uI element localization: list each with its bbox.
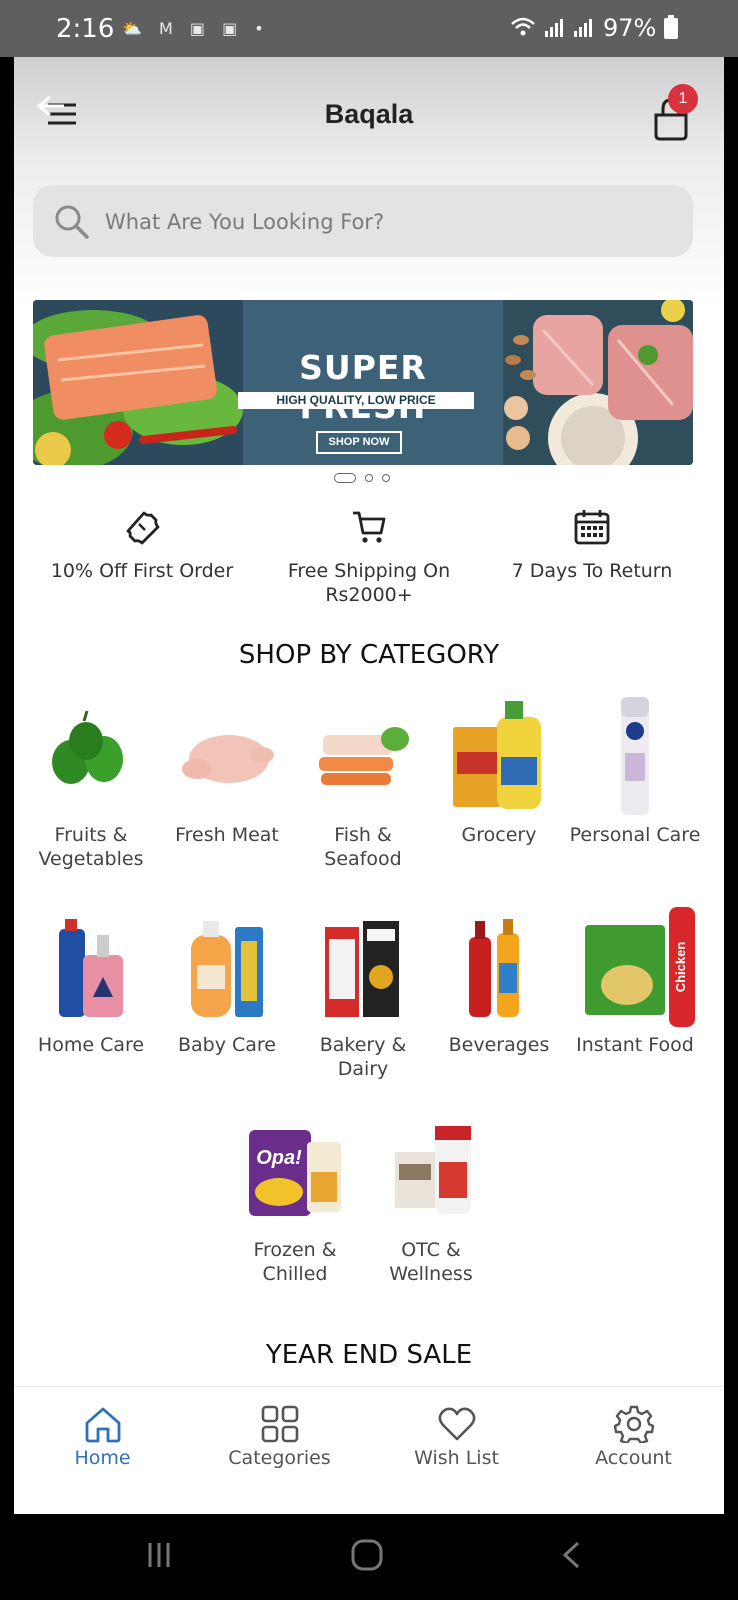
category-label: Baby Care: [177, 1034, 276, 1056]
cart-count-badge: 1: [668, 84, 698, 114]
feature-label: 7 Days To Return: [511, 560, 673, 582]
category-otc-wellness[interactable]: OTC & Wellness: [361, 1112, 501, 1286]
category-label: Fish & Seafood: [324, 824, 402, 870]
nav-wish-list[interactable]: Wish List: [368, 1397, 545, 1469]
app-title: Baqala: [324, 99, 414, 129]
nav-label: Wish List: [414, 1447, 499, 1469]
battery-level: 97%: [603, 14, 657, 42]
category-label: Grocery: [461, 824, 537, 846]
notification-icons: ⛅ M ▣ ▣ •: [122, 19, 270, 38]
pagination-dot-active[interactable]: [334, 473, 356, 483]
heart-icon: [438, 1407, 475, 1441]
category-frozen-chilled[interactable]: Opa! Frozen & Chilled: [225, 1112, 365, 1286]
svg-text:Opa!: Opa!: [256, 1147, 302, 1169]
category-fresh-meat[interactable]: Fresh Meat: [157, 697, 297, 847]
category-instant-food[interactable]: Chicken Instant Food: [565, 907, 705, 1057]
status-right: 97%: [510, 14, 678, 42]
app-header: Baqala 1: [14, 57, 724, 307]
nav-label: Account: [595, 1447, 672, 1469]
grocery-image: [453, 701, 541, 809]
status-bar: 2:16 ⛅ M ▣ ▣ • 97%: [0, 0, 738, 57]
category-home-care[interactable]: Home Care: [21, 907, 161, 1057]
signal-icon: [544, 19, 563, 37]
status-time: 2:16: [56, 14, 115, 44]
category-bakery-dairy[interactable]: Bakery & Dairy: [293, 907, 433, 1081]
instant-food-image: Chicken: [585, 907, 695, 1027]
search-bar[interactable]: [33, 185, 693, 259]
nav-categories[interactable]: Categories: [191, 1397, 368, 1469]
feature-label: Free Shipping On Rs2000+: [287, 560, 451, 606]
category-personal-care[interactable]: Personal Care: [565, 697, 705, 847]
recent-apps-icon[interactable]: [144, 1540, 174, 1570]
category-label: OTC & Wellness: [389, 1239, 473, 1285]
home-icon: [85, 1407, 120, 1443]
calendar-icon: [574, 510, 610, 545]
banner-title: SUPER FRESH: [299, 348, 427, 426]
pagination-dot[interactable]: [365, 474, 373, 482]
search-icon: [55, 205, 89, 239]
home-button-icon[interactable]: [350, 1538, 384, 1572]
category-label: Bakery & Dairy: [319, 1034, 407, 1080]
nav-account[interactable]: Account: [545, 1397, 722, 1469]
category-label: Beverages: [448, 1034, 550, 1056]
peppers-image: [52, 710, 123, 784]
grid-icon: [261, 1405, 298, 1443]
milk-cartons-image: [325, 921, 399, 1017]
year-end-sale-title: YEAR END SALE: [265, 1340, 473, 1370]
signal-icon-2: [574, 19, 593, 37]
bottom-navigation: Home Categories Wish List Account: [14, 1386, 724, 1514]
pagination-dot[interactable]: [382, 474, 390, 482]
cart-icon: [353, 511, 386, 543]
chicken-image: [182, 735, 274, 783]
nav-label: Categories: [228, 1447, 331, 1469]
wellness-products-image: [395, 1126, 471, 1214]
back-button-icon[interactable]: [556, 1540, 586, 1570]
category-label: Fresh Meat: [175, 824, 279, 846]
banner-subtitle: HIGH QUALITY, LOW PRICE: [238, 392, 474, 409]
ticket-icon: [126, 511, 160, 545]
category-fish-seafood[interactable]: Fish & Seafood: [293, 697, 433, 871]
category-label: Fruits & Vegetables: [38, 824, 144, 870]
app-screen: Baqala 1 What Are You Looking For? SUPER…: [14, 57, 724, 1514]
cleaners-image: [59, 919, 123, 1017]
promo-banner[interactable]: SUPER FRESH HIGH QUALITY, LOW PRICE SHOP…: [33, 300, 693, 465]
feature-first-order: 10% Off First Order: [32, 507, 252, 583]
feature-returns: 7 Days To Return: [482, 507, 702, 583]
bottles-image: [469, 919, 519, 1017]
feature-label: 10% Off First Order: [50, 560, 234, 582]
category-label: Frozen & Chilled: [253, 1239, 337, 1285]
battery-icon: [664, 15, 678, 39]
frozen-fries-image: Opa!: [249, 1130, 341, 1216]
system-navigation-bar: [0, 1514, 738, 1600]
category-label: Personal Care: [569, 824, 701, 846]
category-grocery[interactable]: Grocery: [429, 697, 569, 847]
category-beverages[interactable]: Beverages: [429, 907, 569, 1057]
category-baby-care[interactable]: Baby Care: [157, 907, 297, 1057]
banner-shop-now-button[interactable]: SHOP NOW: [316, 431, 402, 454]
category-label: Instant Food: [576, 1034, 694, 1056]
wifi-icon: [511, 17, 535, 36]
search-input[interactable]: [103, 185, 667, 259]
feature-free-shipping: Free Shipping On Rs2000+: [259, 507, 479, 607]
gear-icon: [613, 1405, 654, 1443]
svg-text:Chicken: Chicken: [673, 942, 688, 993]
baby-products-image: [191, 921, 263, 1017]
fish-image: [319, 727, 409, 785]
deodorant-image: [621, 697, 649, 815]
shop-by-category-title: SHOP BY CATEGORY: [238, 640, 500, 670]
category-label: Home Care: [37, 1034, 145, 1056]
nav-label: Home: [74, 1447, 131, 1469]
category-fruits-vegetables[interactable]: Fruits & Vegetables: [21, 697, 161, 871]
nav-home[interactable]: Home: [14, 1397, 191, 1469]
